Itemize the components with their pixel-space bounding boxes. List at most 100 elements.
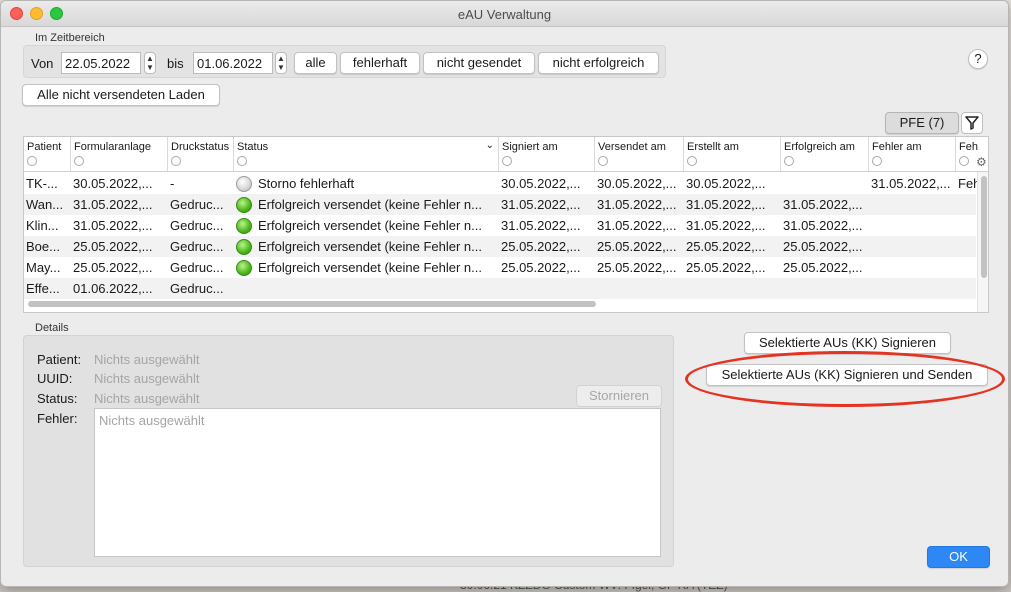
- column-header-fehler[interactable]: Fehler am: [869, 137, 956, 171]
- cell-erstellt: 25.05.2022,...: [686, 260, 766, 275]
- table-row[interactable]: Klin... 31.05.2022,... Gedruc... Erfolgreic…: [24, 215, 976, 236]
- column-header-erstellt[interactable]: Erstellt am: [684, 137, 781, 171]
- cell-versendet: 31.05.2022,...: [597, 197, 677, 212]
- column-filter-circle[interactable]: [687, 156, 697, 166]
- table-row[interactable]: May... 25.05.2022,... Gedruc... Erfolgreich…: [24, 257, 976, 278]
- filter-not-successful-button[interactable]: nicht erfolgreich: [538, 52, 659, 74]
- patient-value: Nichts ausgewählt: [94, 352, 200, 367]
- cell-versendet: 25.05.2022,...: [597, 260, 677, 275]
- to-date-stepper[interactable]: ▲ ▼: [275, 52, 287, 74]
- help-button[interactable]: ?: [968, 49, 988, 69]
- filter-not-sent-button[interactable]: nicht gesendet: [423, 52, 535, 74]
- storno-button[interactable]: Stornieren: [576, 385, 662, 407]
- table-row[interactable]: Wan... 31.05.2022,... Gedruc... Erfolgreich…: [24, 194, 976, 215]
- from-date-stepper[interactable]: ▲ ▼: [144, 52, 156, 74]
- fehler-label: Fehler:: [37, 411, 78, 426]
- column-filter-circle[interactable]: [27, 156, 37, 166]
- filter-toggle-button[interactable]: [961, 112, 983, 134]
- gear-icon[interactable]: ⚙: [976, 155, 987, 169]
- column-filter-circle[interactable]: [784, 156, 794, 166]
- cell-formular: 31.05.2022,...: [73, 197, 153, 212]
- cell-patient: Effe...: [26, 281, 60, 296]
- cell-erstellt: 30.05.2022,...: [686, 176, 766, 191]
- cell-erstellt: 25.05.2022,...: [686, 239, 766, 254]
- sort-chevron-icon: ⌄: [485, 140, 494, 151]
- cell-versendet: 25.05.2022,...: [597, 239, 677, 254]
- cell-erstellt: 31.05.2022,...: [686, 218, 766, 233]
- cell-versendet: 30.05.2022,...: [597, 176, 677, 191]
- cell-druck: -: [170, 176, 175, 191]
- pfe-button[interactable]: PFE (7): [885, 112, 959, 134]
- funnel-icon: [965, 116, 979, 130]
- sign-button[interactable]: Selektierte AUs (KK) Signieren: [744, 332, 951, 354]
- vertical-scroll-thumb[interactable]: [981, 176, 987, 278]
- cell-feh: [956, 236, 977, 257]
- cell-patient: Boe...: [26, 239, 60, 254]
- column-header-druckstatus[interactable]: Druckstatus: [168, 137, 234, 171]
- to-date-field[interactable]: 01.06.2022: [193, 52, 273, 74]
- to-label: bis: [167, 56, 184, 71]
- cell-druck: Gedruc...: [170, 197, 224, 212]
- cell-erstellt: [684, 278, 781, 299]
- cell-feh: Feh: [958, 176, 977, 191]
- cell-fehler: [869, 236, 956, 257]
- from-date-field[interactable]: 22.05.2022: [61, 52, 141, 74]
- cell-feh: [956, 257, 977, 278]
- cell-feh: [956, 278, 977, 299]
- sign-and-send-button[interactable]: Selektierte AUs (KK) Signieren und Sende…: [706, 364, 988, 386]
- cell-signiert: [499, 278, 595, 299]
- column-header-status[interactable]: Status ⌄: [234, 137, 499, 171]
- status-label: Status:: [37, 391, 78, 406]
- column-filter-circle[interactable]: [74, 156, 84, 166]
- vertical-scrollbar[interactable]: [977, 172, 988, 312]
- column-filter-circle[interactable]: [959, 156, 969, 166]
- cell-fehler: [869, 194, 956, 215]
- column-filter-circle[interactable]: [872, 156, 882, 166]
- cell-druck: Gedruc...: [170, 218, 224, 233]
- cell-patient: Wan...: [26, 197, 64, 212]
- table-row[interactable]: Boe... 25.05.2022,... Gedruc... Erfolgreich…: [24, 236, 976, 257]
- status-green-light-icon: [236, 260, 252, 276]
- cell-status: Erfolgreich versendet (keine Fehler n...: [234, 236, 499, 257]
- ok-button[interactable]: OK: [927, 546, 990, 568]
- load-unsent-button[interactable]: Alle nicht versendeten Laden: [22, 84, 220, 106]
- cell-druck: Gedruc...: [170, 281, 224, 296]
- column-filter-circle[interactable]: [502, 156, 512, 166]
- details-group-label: Details: [35, 322, 69, 334]
- status-text: Erfolgreich versendet (keine Fehler n...: [258, 197, 482, 212]
- cell-formular: 01.06.2022,...: [73, 281, 153, 296]
- cell-druck: Gedruc...: [170, 239, 224, 254]
- table-row[interactable]: TK-... 30.05.2022,... - Storno fehlerhaft 30…: [24, 173, 977, 194]
- horizontal-scroll-thumb[interactable]: [28, 301, 596, 307]
- column-header-erfolgreich[interactable]: Erfolgreich am: [781, 137, 869, 171]
- cell-erfolgreich: 31.05.2022,...: [783, 197, 863, 212]
- cell-feh: [956, 194, 977, 215]
- status-text: Erfolgreich versendet (keine Fehler n...: [258, 218, 482, 233]
- table-row[interactable]: Effe... 01.06.2022,... Gedruc...: [24, 278, 976, 299]
- status-value: Nichts ausgewählt: [94, 391, 200, 406]
- filter-all-button[interactable]: alle: [294, 52, 337, 74]
- fehler-textarea[interactable]: Nichts ausgewählt: [94, 408, 661, 557]
- cell-signiert: 25.05.2022,...: [501, 260, 581, 275]
- cell-erstellt: 31.05.2022,...: [686, 197, 766, 212]
- eau-table[interactable]: Patient Formularanlage Druckstatus Statu…: [23, 136, 989, 313]
- cell-signiert: 31.05.2022,...: [501, 218, 581, 233]
- column-header-patient[interactable]: Patient: [24, 137, 71, 171]
- cell-patient: Klin...: [26, 218, 59, 233]
- eau-window: eAU Verwaltung Im Zeitbereich Von 22.05.…: [0, 0, 1009, 587]
- cell-feh: [956, 215, 977, 236]
- column-filter-circle[interactable]: [171, 156, 181, 166]
- column-header-signiert[interactable]: Signiert am: [499, 137, 595, 171]
- cell-status: Erfolgreich versendet (keine Fehler n...: [234, 194, 499, 215]
- status-green-light-icon: [236, 197, 252, 213]
- cell-patient: TK-...: [26, 176, 58, 191]
- column-filter-circle[interactable]: [237, 156, 247, 166]
- column-header-versendet[interactable]: Versendet am: [595, 137, 684, 171]
- cell-erfolgreich: [781, 173, 869, 194]
- column-filter-circle[interactable]: [598, 156, 608, 166]
- filter-faulty-button[interactable]: fehlerhaft: [340, 52, 420, 74]
- column-header-formularanlage[interactable]: Formularanlage: [71, 137, 168, 171]
- title-bar[interactable]: eAU Verwaltung: [1, 1, 1008, 27]
- cell-fehler: 31.05.2022,...: [871, 176, 951, 191]
- status-text: Erfolgreich versendet (keine Fehler n...: [258, 260, 482, 275]
